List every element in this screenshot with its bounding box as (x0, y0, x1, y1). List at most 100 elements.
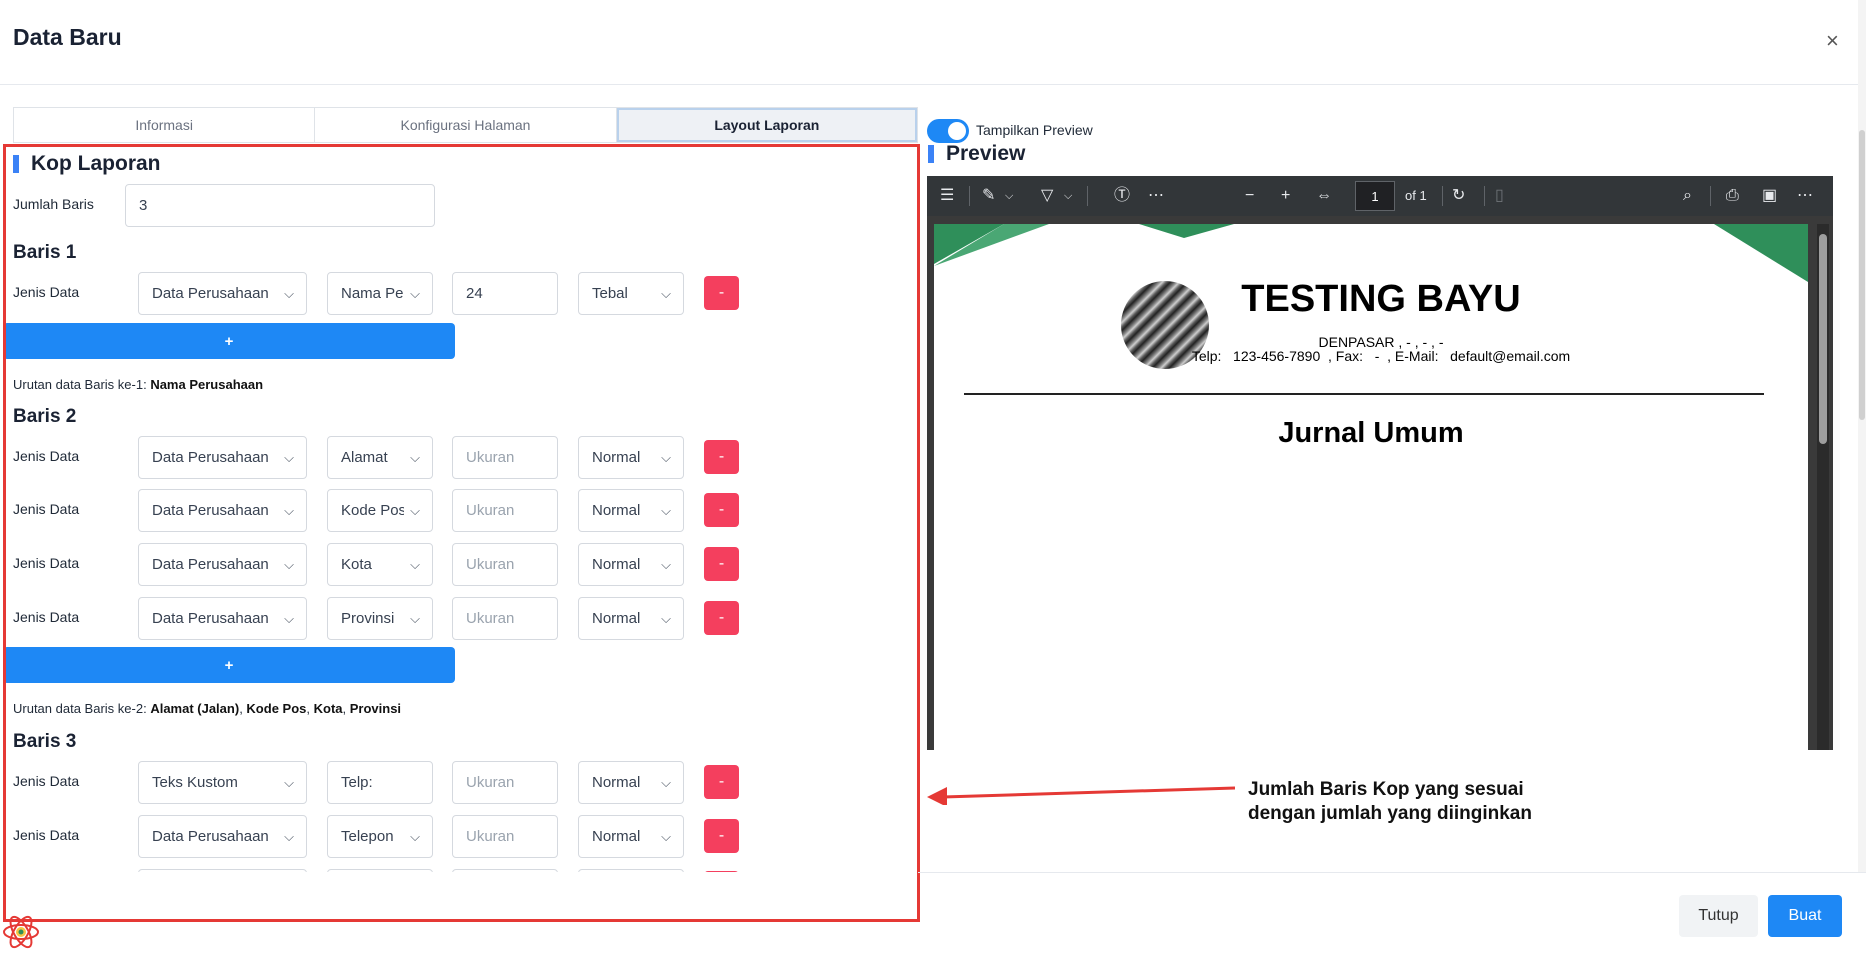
chevron-down-icon: ⌵ (410, 610, 420, 626)
style-select-partial[interactable] (578, 869, 684, 872)
order-prefix: Urutan data Baris ke-2: (13, 701, 147, 716)
kop-heading: Kop Laporan (13, 152, 161, 176)
custom-text-input[interactable]: Telp: (327, 761, 433, 804)
order-item: Kota (313, 701, 343, 716)
chevron-down-icon[interactable]: ⌵ (1005, 186, 1013, 206)
tutup-button[interactable]: Tutup (1679, 895, 1758, 937)
jenis-data-select[interactable]: Data Perusahaan ⌵ (138, 436, 307, 479)
field-select[interactable]: Telepon ⌵ (327, 815, 433, 858)
outline-icon[interactable]: ☰ (940, 186, 954, 206)
tab-layout-laporan[interactable]: Layout Laporan (616, 108, 917, 142)
style-select[interactable]: Normal ⌵ (578, 543, 684, 586)
jenis-data-select-partial[interactable] (138, 869, 307, 872)
draw-icon[interactable]: ▽ (1041, 186, 1053, 206)
jenis-data-value: Data Perusahaan (152, 502, 269, 519)
layout-form: Kop Laporan Jumlah Baris 3 Baris 1 Jenis… (0, 145, 918, 872)
remove-item-button[interactable]: - (704, 440, 739, 474)
tab-konfigurasi-halaman[interactable]: Konfigurasi Halaman (315, 108, 617, 142)
field-select[interactable]: Kota ⌵ (327, 543, 433, 586)
jenis-data-label: Jenis Data (13, 555, 80, 571)
remove-item-button[interactable]: - (704, 819, 739, 853)
ukuran-input[interactable]: 24 (452, 272, 558, 315)
pdf-scrollbar-thumb[interactable] (1819, 234, 1827, 444)
jenis-data-select[interactable]: Data Perusahaan ⌵ (138, 272, 307, 315)
remove-item-button[interactable]: - (704, 765, 739, 799)
save-icon[interactable]: ▣ (1762, 186, 1777, 206)
preview-heading-text: Preview (946, 142, 1026, 165)
pdf-scrollbar[interactable] (1817, 224, 1829, 750)
ukuran-input[interactable]: Ukuran (452, 815, 558, 858)
ukuran-input[interactable]: Ukuran (452, 761, 558, 804)
field-select[interactable]: Alamat ⌵ (327, 436, 433, 479)
print-icon[interactable]: ⎙ (1726, 186, 1739, 206)
jenis-data-label: Jenis Data (13, 609, 80, 625)
rotate-icon[interactable]: ↻ (1452, 186, 1465, 206)
zoom-in-icon[interactable]: + (1281, 186, 1290, 206)
style-select[interactable]: Normal ⌵ (578, 815, 684, 858)
style-value: Normal (592, 774, 641, 791)
section-marker (928, 145, 934, 163)
jenis-data-label: Jenis Data (13, 827, 80, 843)
text-icon[interactable]: Ⓣ (1114, 186, 1130, 206)
remove-item-button[interactable]: - (704, 601, 739, 635)
style-value: Normal (592, 610, 641, 627)
field-select-partial[interactable] (327, 869, 433, 872)
remove-item-button[interactable]: - (704, 276, 739, 310)
style-select[interactable]: Normal ⌵ (578, 597, 684, 640)
style-select[interactable]: Normal ⌵ (578, 761, 684, 804)
jenis-data-value: Data Perusahaan (152, 610, 269, 627)
page-count: of 1 (1405, 188, 1427, 203)
order-item: Kode Pos (246, 701, 307, 716)
remove-item-button[interactable]: - (704, 547, 739, 581)
jenis-data-select[interactable]: Data Perusahaan ⌵ (138, 815, 307, 858)
field-select[interactable]: Nama Perusahaan ⌵ (327, 272, 433, 315)
react-devtools-icon[interactable] (1, 912, 41, 952)
jenis-data-select[interactable]: Data Perusahaan ⌵ (138, 543, 307, 586)
annotation-arrow (927, 786, 1235, 805)
field-value: Alamat (341, 449, 388, 466)
field-value: Kode Pos (341, 502, 405, 519)
search-icon[interactable]: ⌕ (1683, 186, 1692, 206)
more-options-icon[interactable]: ⋯ (1797, 186, 1813, 206)
field-select[interactable]: Provinsi ⌵ (327, 597, 433, 640)
close-icon[interactable]: × (1826, 30, 1839, 52)
zoom-out-icon[interactable]: − (1245, 186, 1254, 206)
highlight-icon[interactable]: ✎ (982, 186, 995, 206)
preview-toggle[interactable] (927, 119, 969, 143)
chevron-down-icon: ⌵ (410, 502, 420, 518)
chevron-down-icon[interactable]: ⌵ (1064, 186, 1072, 206)
ukuran-input[interactable]: Ukuran (452, 597, 558, 640)
ukuran-input[interactable]: Ukuran (452, 543, 558, 586)
chevron-down-icon: ⌵ (284, 285, 294, 301)
style-select[interactable]: Normal ⌵ (578, 489, 684, 532)
buat-button[interactable]: Buat (1768, 895, 1842, 937)
two-page-icon[interactable]: ▯ (1495, 186, 1504, 206)
jenis-data-select[interactable]: Data Perusahaan ⌵ (138, 489, 307, 532)
remove-item-button-partial[interactable] (704, 871, 739, 872)
jenis-data-value: Data Perusahaan (152, 828, 269, 845)
remove-item-button[interactable]: - (704, 493, 739, 527)
ukuran-input[interactable]: Ukuran (452, 436, 558, 479)
page-number-input[interactable]: 1 (1355, 181, 1395, 211)
fit-width-icon[interactable]: ⇔ (1316, 186, 1332, 206)
tab-informasi[interactable]: Informasi (14, 108, 316, 142)
order-item: Provinsi (349, 701, 402, 716)
tab-bar: Informasi Konfigurasi Halaman Layout Lap… (13, 107, 918, 143)
jumlah-baris-input[interactable]: 3 (125, 184, 435, 227)
jenis-data-select[interactable]: Teks Kustom ⌵ (138, 761, 307, 804)
chevron-down-icon: ⌵ (661, 502, 671, 518)
preview-toggle-label: Tampilkan Preview (976, 122, 1093, 138)
jenis-data-select[interactable]: Data Perusahaan ⌵ (138, 597, 307, 640)
style-select[interactable]: Tebal ⌵ (578, 272, 684, 315)
field-select[interactable]: Kode Pos ⌵ (327, 489, 433, 532)
add-item-button[interactable]: + (3, 647, 455, 683)
add-item-button[interactable]: + (3, 323, 455, 359)
jenis-data-label: Jenis Data (13, 501, 80, 517)
ukuran-input-partial[interactable] (452, 869, 558, 872)
jenis-data-value: Teks Kustom (152, 774, 238, 791)
page-scrollbar-thumb[interactable] (1859, 130, 1865, 420)
ukuran-input[interactable]: Ukuran (452, 489, 558, 532)
more-icon[interactable]: ⋯ (1148, 186, 1164, 206)
style-select[interactable]: Normal ⌵ (578, 436, 684, 479)
toolbar-divider (1442, 186, 1443, 206)
